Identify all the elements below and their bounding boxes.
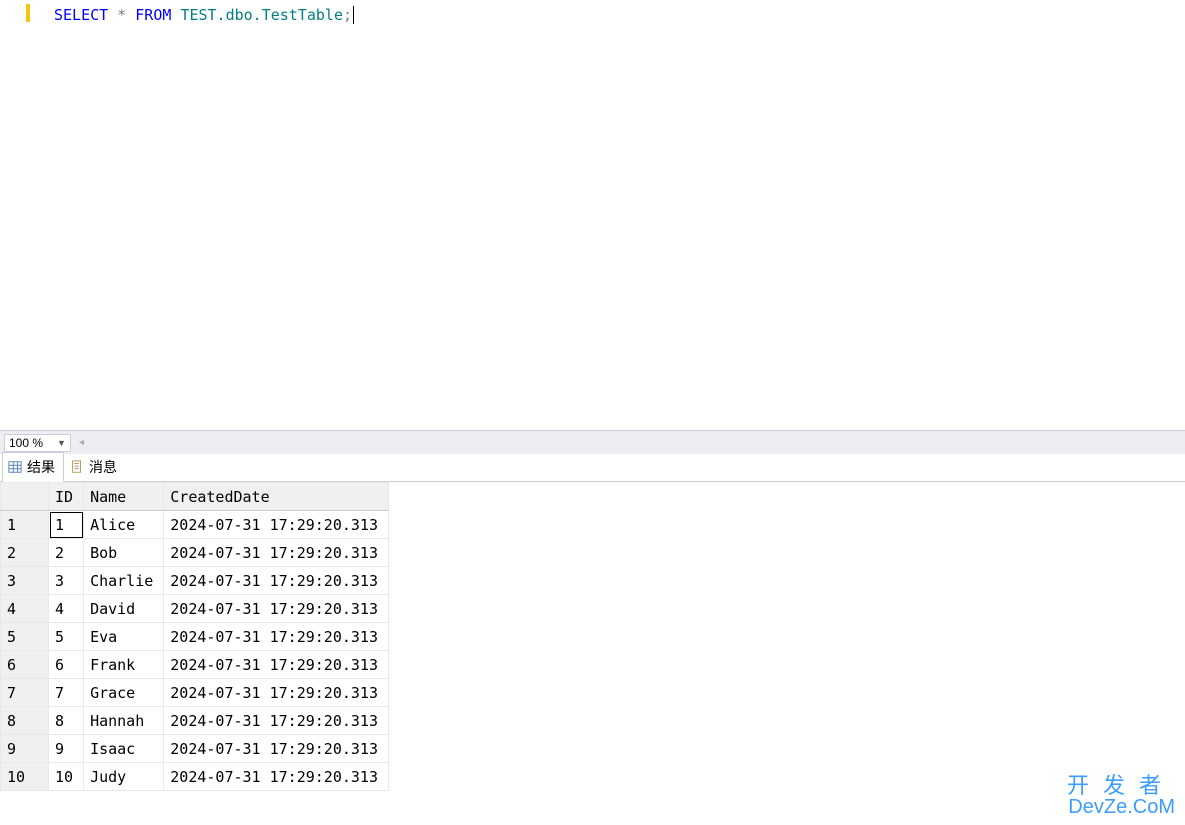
zoom-level-dropdown[interactable]: 100 % ▼ [4, 434, 71, 452]
table-row[interactable]: 11Alice2024-07-31 17:29:20.313 [1, 511, 389, 539]
header-name[interactable]: Name [84, 483, 164, 511]
results-table: ID Name CreatedDate 11Alice2024-07-31 17… [0, 482, 389, 791]
table-row[interactable]: 33Charlie2024-07-31 17:29:20.313 [1, 567, 389, 595]
id-cell[interactable]: 9 [49, 735, 84, 763]
text-cursor-icon [353, 6, 354, 24]
grid-icon [7, 460, 23, 474]
createddate-cell[interactable]: 2024-07-31 17:29:20.313 [164, 735, 389, 763]
sql-keyword: SELECT [54, 6, 108, 24]
table-row[interactable]: 55Eva2024-07-31 17:29:20.313 [1, 623, 389, 651]
header-rownum[interactable] [1, 483, 49, 511]
watermark-line2: DevZe.CoM [1067, 796, 1175, 819]
name-cell[interactable]: Bob [84, 539, 164, 567]
sql-editor-pane: SELECT * FROM TEST.dbo.TestTable; [0, 0, 1185, 430]
table-row[interactable]: 22Bob2024-07-31 17:29:20.313 [1, 539, 389, 567]
createddate-cell[interactable]: 2024-07-31 17:29:20.313 [164, 623, 389, 651]
id-cell[interactable]: 3 [49, 567, 84, 595]
row-number-cell[interactable]: 3 [1, 567, 49, 595]
sql-star: * [117, 6, 126, 24]
createddate-cell[interactable]: 2024-07-31 17:29:20.313 [164, 763, 389, 791]
row-number-cell[interactable]: 4 [1, 595, 49, 623]
table-row[interactable]: 77Grace2024-07-31 17:29:20.313 [1, 679, 389, 707]
table-header-row: ID Name CreatedDate [1, 483, 389, 511]
name-cell[interactable]: Charlie [84, 567, 164, 595]
id-cell[interactable]: 1 [49, 511, 84, 539]
id-cell[interactable]: 4 [49, 595, 84, 623]
chevron-left-icon[interactable]: ◂ [79, 437, 84, 448]
table-row[interactable]: 66Frank2024-07-31 17:29:20.313 [1, 651, 389, 679]
sql-table-name: TEST.dbo.TestTable [180, 6, 343, 24]
header-createddate[interactable]: CreatedDate [164, 483, 389, 511]
createddate-cell[interactable]: 2024-07-31 17:29:20.313 [164, 567, 389, 595]
table-row[interactable]: 44David2024-07-31 17:29:20.313 [1, 595, 389, 623]
row-number-cell[interactable]: 5 [1, 623, 49, 651]
header-id[interactable]: ID [49, 483, 84, 511]
row-number-cell[interactable]: 2 [1, 539, 49, 567]
name-cell[interactable]: Frank [84, 651, 164, 679]
sql-semicolon: ; [343, 6, 352, 24]
id-cell[interactable]: 8 [49, 707, 84, 735]
row-number-cell[interactable]: 8 [1, 707, 49, 735]
row-number-cell[interactable]: 9 [1, 735, 49, 763]
results-grid-container[interactable]: ID Name CreatedDate 11Alice2024-07-31 17… [0, 482, 1185, 791]
chevron-down-icon: ▼ [57, 438, 66, 448]
createddate-cell[interactable]: 2024-07-31 17:29:20.313 [164, 539, 389, 567]
name-cell[interactable]: Eva [84, 623, 164, 651]
tab-messages[interactable]: 消息 [64, 452, 126, 481]
table-row[interactable]: 1010Judy2024-07-31 17:29:20.313 [1, 763, 389, 791]
createddate-cell[interactable]: 2024-07-31 17:29:20.313 [164, 595, 389, 623]
id-cell[interactable]: 2 [49, 539, 84, 567]
id-cell[interactable]: 10 [49, 763, 84, 791]
sql-code-area[interactable]: SELECT * FROM TEST.dbo.TestTable; [28, 0, 1185, 430]
tab-results-label: 结果 [27, 457, 55, 477]
createddate-cell[interactable]: 2024-07-31 17:29:20.313 [164, 651, 389, 679]
name-cell[interactable]: David [84, 595, 164, 623]
row-number-cell[interactable]: 7 [1, 679, 49, 707]
name-cell[interactable]: Judy [84, 763, 164, 791]
zoom-toolbar: 100 % ▼ ◂ [0, 430, 1185, 454]
sql-keyword: FROM [135, 6, 171, 24]
name-cell[interactable]: Isaac [84, 735, 164, 763]
row-number-cell[interactable]: 6 [1, 651, 49, 679]
tab-results[interactable]: 结果 [2, 452, 64, 482]
id-cell[interactable]: 5 [49, 623, 84, 651]
id-cell[interactable]: 6 [49, 651, 84, 679]
results-tabs: 结果 消息 [0, 454, 1185, 482]
name-cell[interactable]: Grace [84, 679, 164, 707]
table-row[interactable]: 88Hannah2024-07-31 17:29:20.313 [1, 707, 389, 735]
tab-messages-label: 消息 [89, 457, 117, 477]
row-number-cell[interactable]: 10 [1, 763, 49, 791]
editor-gutter [0, 0, 28, 430]
document-icon [69, 460, 85, 474]
zoom-value: 100 % [9, 436, 43, 450]
name-cell[interactable]: Hannah [84, 707, 164, 735]
createddate-cell[interactable]: 2024-07-31 17:29:20.313 [164, 511, 389, 539]
id-cell[interactable]: 7 [49, 679, 84, 707]
createddate-cell[interactable]: 2024-07-31 17:29:20.313 [164, 679, 389, 707]
table-row[interactable]: 99Isaac2024-07-31 17:29:20.313 [1, 735, 389, 763]
createddate-cell[interactable]: 2024-07-31 17:29:20.313 [164, 707, 389, 735]
row-number-cell[interactable]: 1 [1, 511, 49, 539]
name-cell[interactable]: Alice [84, 511, 164, 539]
